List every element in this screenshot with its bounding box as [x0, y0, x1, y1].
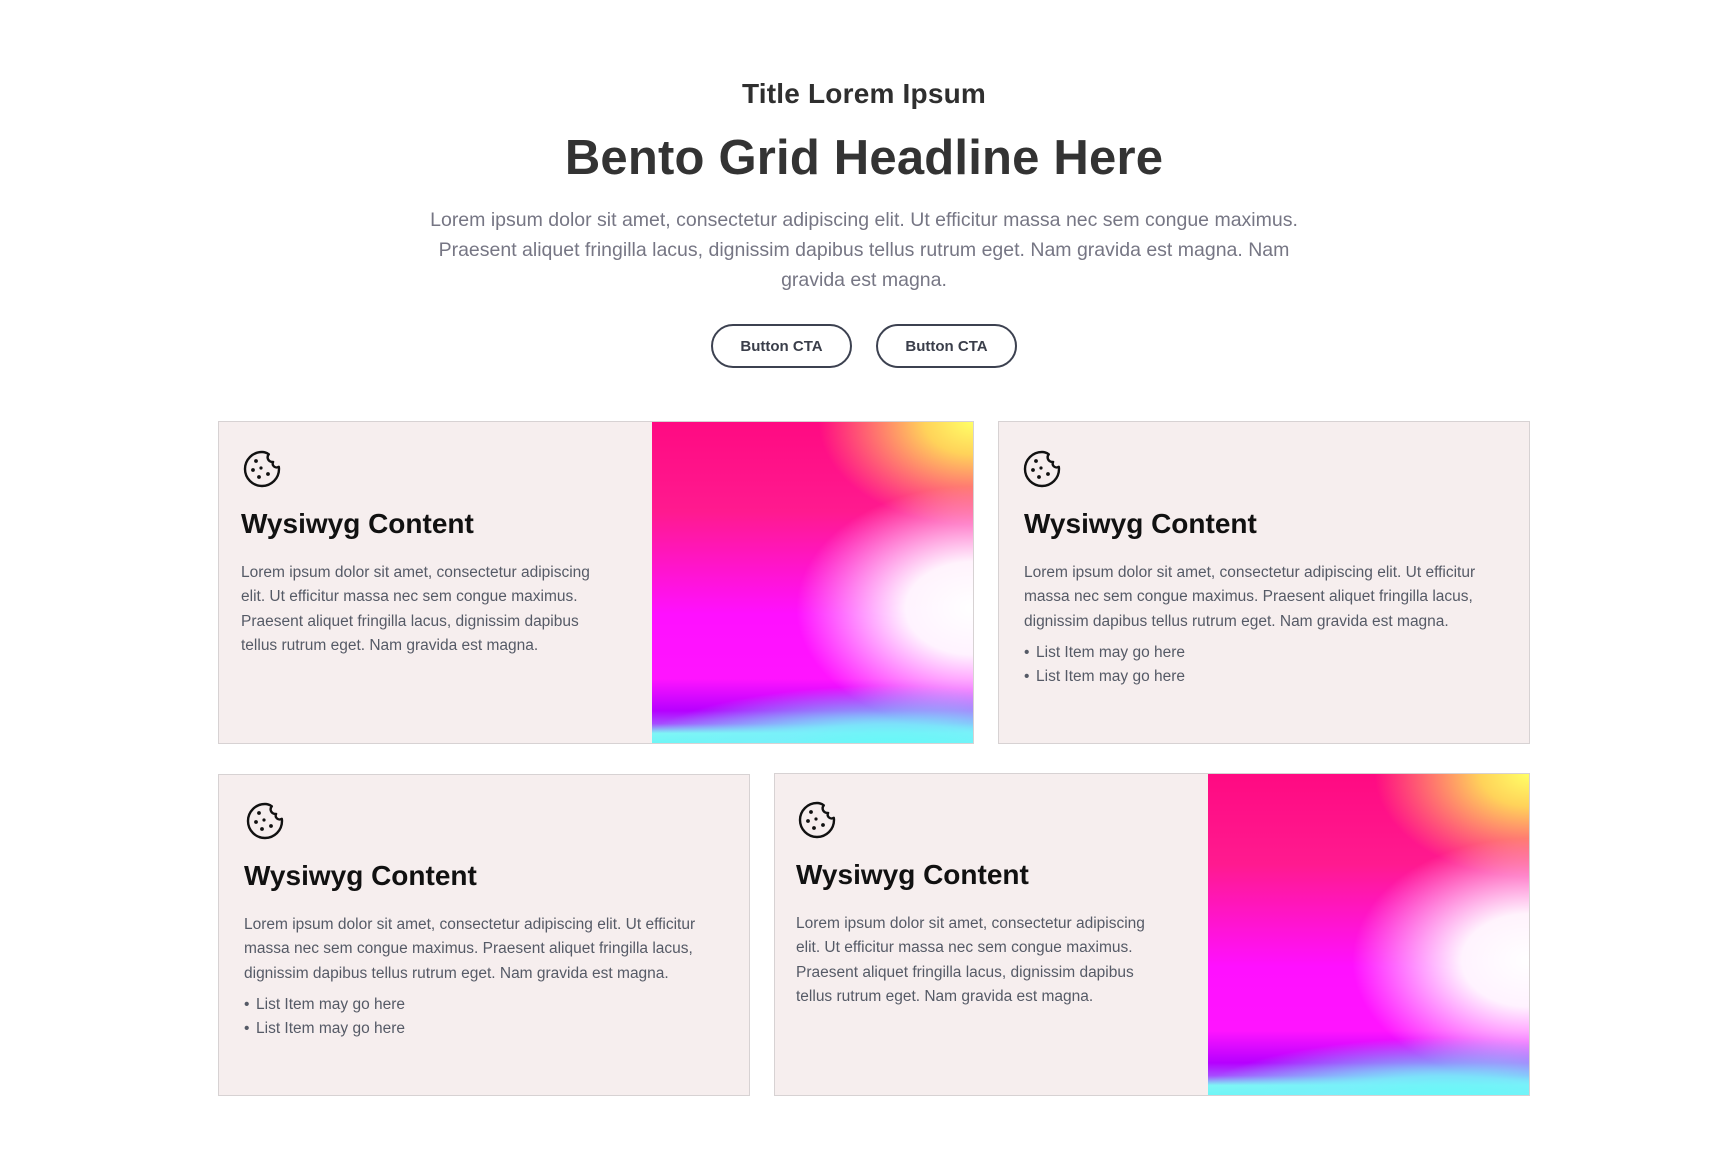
cookie-icon — [243, 450, 281, 488]
card-list: List Item may go here List Item may go h… — [1024, 641, 1185, 690]
bento-card-3: Wysiwyg Content Lorem ipsum dolor sit am… — [218, 774, 750, 1096]
card-text: Lorem ipsum dolor sit amet, consectetur … — [241, 564, 590, 654]
list-item: List Item may go here — [244, 993, 405, 1018]
bento-card-2: Wysiwyg Content Lorem ipsum dolor sit am… — [998, 421, 1530, 744]
bento-card-1: Wysiwyg Content Lorem ipsum dolor sit am… — [218, 421, 974, 744]
intro-paragraph: Lorem ipsum dolor sit amet, consectetur … — [430, 209, 1298, 291]
cookie-icon — [246, 802, 284, 840]
cta-group: Button CTA Button CTA — [0, 324, 1728, 368]
card-title: Wysiwyg Content — [1024, 508, 1257, 539]
list-item: List Item may go here — [244, 1017, 405, 1042]
card-title: Wysiwyg Content — [796, 859, 1029, 890]
card-title: Wysiwyg Content — [244, 860, 477, 891]
page-headline: Bento Grid Headline Here — [564, 131, 1164, 185]
bento-card-4: Wysiwyg Content Lorem ipsum dolor sit am… — [774, 773, 1530, 1096]
cta-button-secondary[interactable]: Button CTA — [876, 324, 1017, 368]
card-title: Wysiwyg Content — [241, 508, 474, 539]
gradient-image — [652, 422, 973, 743]
card-text: Lorem ipsum dolor sit amet, consectetur … — [796, 915, 1145, 1005]
cta-button-primary[interactable]: Button CTA — [711, 324, 852, 368]
card-text: Lorem ipsum dolor sit amet, consectetur … — [244, 916, 696, 982]
card-list: List Item may go here List Item may go h… — [244, 993, 405, 1042]
gradient-image — [1208, 774, 1529, 1095]
eyebrow-title: Title Lorem Ipsum — [741, 78, 987, 109]
cookie-icon — [798, 801, 836, 839]
bento-section: Title Lorem Ipsum Bento Grid Headline He… — [0, 0, 1728, 1162]
cookie-icon — [1023, 450, 1061, 488]
list-item: List Item may go here — [1024, 641, 1185, 666]
list-item: List Item may go here — [1024, 665, 1185, 690]
card-text: Lorem ipsum dolor sit amet, consectetur … — [1024, 564, 1476, 630]
